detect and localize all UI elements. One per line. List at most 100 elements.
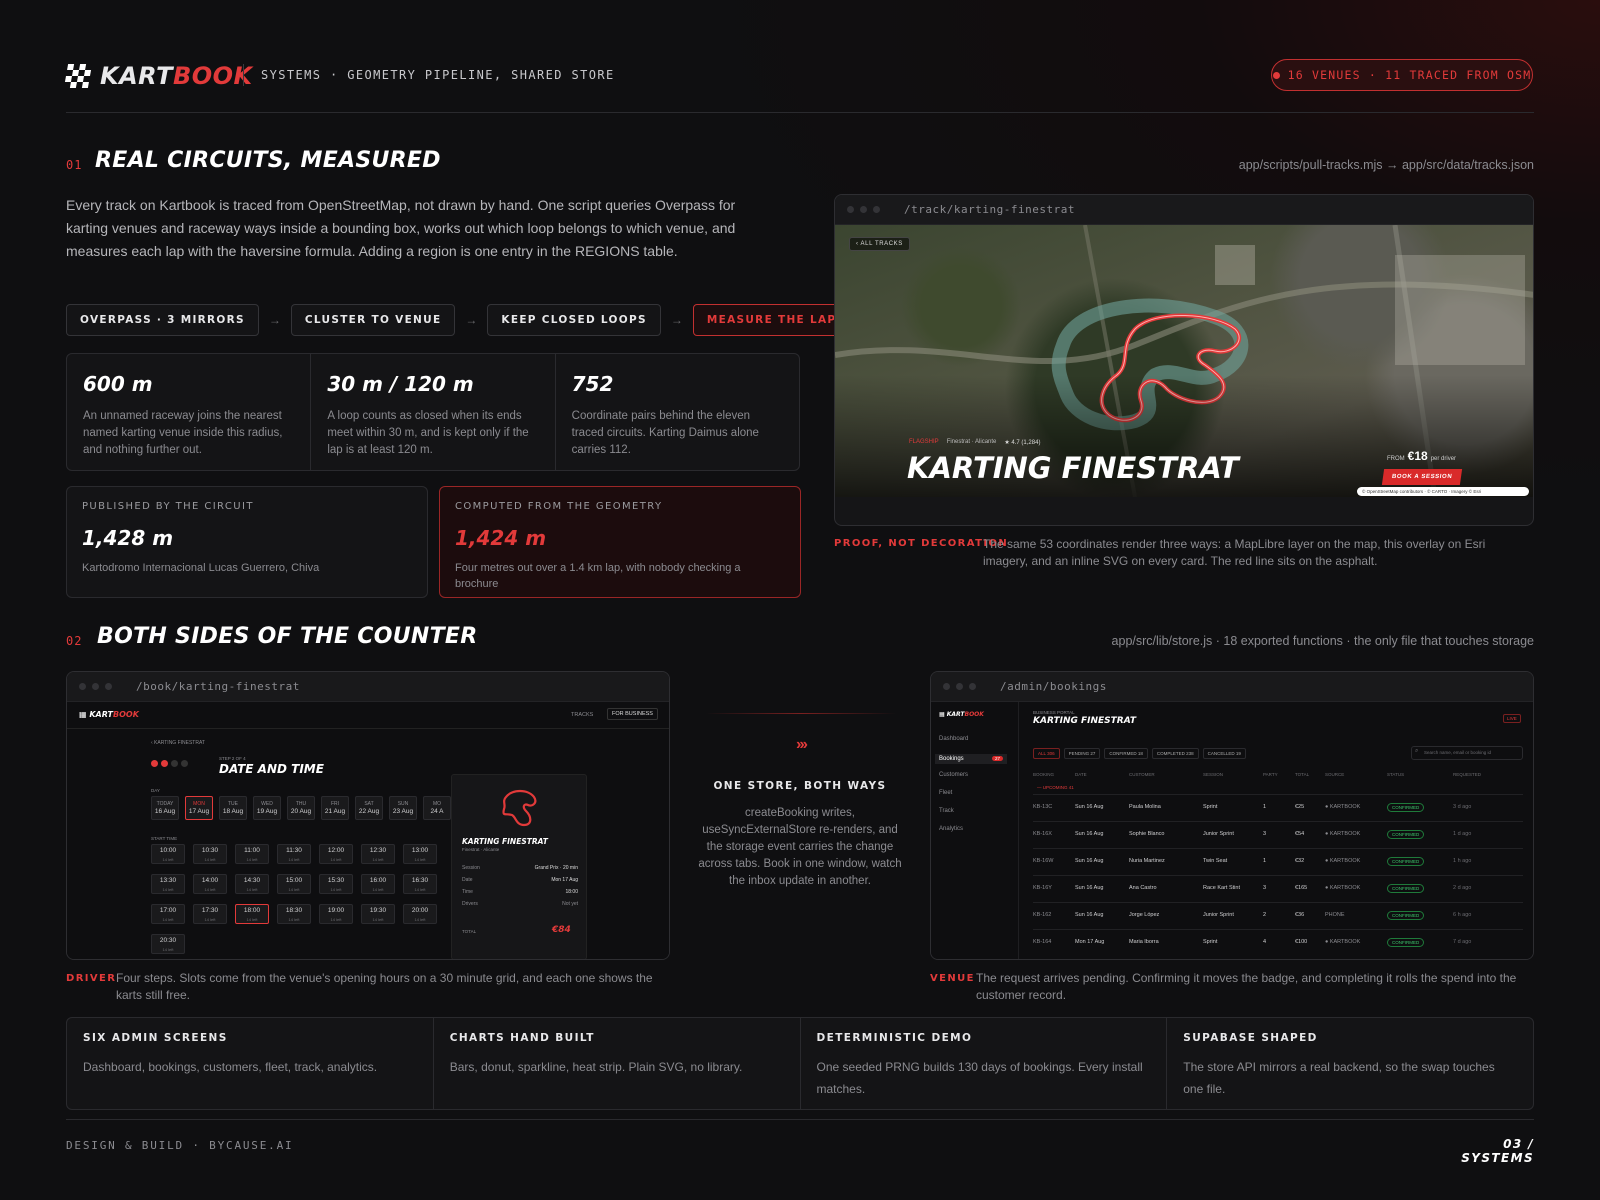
status-dot-icon (1272, 71, 1280, 79)
header-rule (66, 112, 1534, 113)
stat-desc: Coordinate pairs behind the eleven trace… (571, 410, 759, 456)
day-option[interactable]: WED 19 Aug (253, 796, 281, 820)
chip-closed-loops: KEEP CLOSED LOOPS (487, 304, 661, 336)
checkered-flag-icon (64, 64, 92, 88)
time-slot[interactable]: 18:00 14 left (235, 904, 269, 924)
table-cell: 4 (1263, 939, 1267, 945)
nav-tracks[interactable]: TRACKS (571, 712, 593, 718)
table-row[interactable]: KB-164 Mon 17 Aug Maria Iborra Sprint 4 €100 ●… (1033, 929, 1523, 956)
day-option[interactable]: SUN 23 Aug (389, 796, 417, 820)
time-slot[interactable]: 16:30 14 left (403, 874, 437, 894)
time-slot[interactable]: 14:30 14 left (235, 874, 269, 894)
arrow-right-icon: → (268, 313, 281, 327)
sidebar-item-track[interactable]: Track (939, 808, 954, 814)
summary-row: Date Mon 17 Aug (462, 877, 578, 883)
computed-length-card: COMPUTED FROM THE GEOMETRY 1,424 m Four … (439, 486, 801, 598)
table-cell: Sun 16 Aug (1075, 858, 1104, 864)
breadcrumb[interactable]: ‹ KARTING FINESTRAT (151, 740, 205, 746)
time-slot[interactable]: 20:30 14 left (151, 934, 185, 954)
table-cell: €54 (1295, 831, 1305, 837)
status-tab[interactable]: CONFIRMED 18 (1104, 748, 1148, 759)
status-tab[interactable]: CANCELLED 19 (1202, 748, 1246, 759)
status-tab[interactable]: COMPLETED 238 (1151, 748, 1199, 759)
day-option[interactable]: MON 17 Aug (185, 796, 213, 820)
time-slot[interactable]: 13:00 14 left (403, 844, 437, 864)
table-cell: €36 (1295, 912, 1305, 918)
stat-card: 752 Coordinate pairs behind the eleven t… (556, 354, 799, 470)
book-session-button[interactable]: BOOK A SESSION (1381, 469, 1463, 485)
summary-row: Time 18:00 (462, 889, 578, 895)
table-cell: €165 (1295, 885, 1308, 891)
table-cell: Maria Iborra (1129, 939, 1159, 945)
window-url: /book/karting-finestrat (136, 680, 300, 693)
time-slot[interactable]: 10:30 14 left (193, 844, 227, 864)
time-slot[interactable]: 19:00 14 left (319, 904, 353, 924)
table-cell: 3 (1263, 831, 1267, 837)
time-slot[interactable]: 15:30 14 left (319, 874, 353, 894)
time-slot[interactable]: 11:00 14 left (235, 844, 269, 864)
table-row[interactable]: KB-16Y Sun 16 Aug Ana Castro Race Kart Stin… (1033, 875, 1523, 902)
time-slot[interactable]: 16:00 14 left (361, 874, 395, 894)
status-tab[interactable]: ALL 306 (1033, 748, 1060, 759)
stat-card: 30 m / 120 m A loop counts as closed whe… (311, 354, 556, 470)
day-option[interactable]: THU 20 Aug (287, 796, 315, 820)
time-slot[interactable]: 17:00 14 left (151, 904, 185, 924)
back-button[interactable]: ‹ ALL TRACKS (849, 237, 910, 251)
nav-business[interactable]: FOR BUSINESS (607, 708, 658, 720)
time-slot[interactable]: 12:30 14 left (361, 844, 395, 864)
footer-page: 03 / SYSTEMS (1461, 1137, 1534, 1165)
sidebar-item-bookings[interactable]: Bookings 27 (935, 754, 1007, 764)
day-label: DAY (151, 788, 160, 793)
column-header: DATE (1075, 772, 1087, 777)
section-number: 02 (66, 634, 83, 648)
feature-card: DETERMINISTIC DEMO One seeded PRNG builds… (801, 1018, 1168, 1109)
bookings-table: BOOKING DATE CUSTOMER SESSION PARTY TOTAL SOUR… (1033, 770, 1523, 959)
table-cell: Sun 16 Aug (1075, 831, 1104, 837)
time-slot[interactable]: 19:30 14 left (361, 904, 395, 924)
day-option[interactable]: TUE 18 Aug (219, 796, 247, 820)
store-text: createBooking writes, useSyncExternalSto… (698, 807, 902, 887)
table-cell: Sun 16 Aug (1075, 912, 1104, 918)
section-title: REAL CIRCUITS, MEASURED (95, 148, 441, 173)
sidebar-item-dashboard[interactable]: Dashboard (939, 736, 968, 742)
table-row[interactable]: KB-162 Sun 16 Aug Jorge López Junior Sprint… (1033, 902, 1523, 929)
table-cell: CONFIRMED (1387, 857, 1425, 866)
day-option[interactable]: SAT 22 Aug (355, 796, 383, 820)
time-slot[interactable]: 14:00 14 left (193, 874, 227, 894)
table-row[interactable]: KB-16X Sun 16 Aug Sophie Blanco Junior Spri… (1033, 821, 1523, 848)
footer-rule (66, 1119, 1534, 1120)
day-option[interactable]: TODAY 16 Aug (151, 796, 179, 820)
time-slot[interactable]: 17:30 14 left (193, 904, 227, 924)
time-slot[interactable]: 12:00 14 left (319, 844, 353, 864)
table-cell: KB-162 (1033, 912, 1052, 918)
sidebar-item-analytics[interactable]: Analytics (939, 826, 963, 832)
card-value: 1,424 m (455, 526, 547, 550)
table-cell: Sun 16 Aug (1075, 804, 1104, 810)
time-slot[interactable]: 20:00 14 left (403, 904, 437, 924)
time-slot[interactable]: 10:00 14 left (151, 844, 185, 864)
feature-text: One seeded PRNG builds 130 days of booki… (816, 1060, 1143, 1096)
summary-card: KARTING FINESTRAT Finestrat · Alicante S… (451, 774, 587, 959)
time-slot[interactable]: 18:30 14 left (277, 904, 311, 924)
total-label: TOTAL (462, 929, 477, 934)
booking-browser-window: /book/karting-finestrat ▦ KARTBOOK TRACK… (66, 671, 670, 960)
window-dot-icon (873, 206, 880, 213)
time-slot[interactable]: 11:30 14 left (277, 844, 311, 864)
venues-status-pill: 16 VENUES · 11 TRACED FROM OSM (1271, 59, 1533, 91)
time-slot[interactable]: 13:30 14 left (151, 874, 185, 894)
table-cell: 7 d ago (1453, 939, 1472, 945)
time-slot[interactable]: 15:00 14 left (277, 874, 311, 894)
feature-title: SIX ADMIN SCREENS (83, 1032, 228, 1044)
status-tab[interactable]: PENDING 27 (1063, 748, 1101, 759)
day-option[interactable]: MO 24 A (423, 796, 451, 820)
published-length-card: PUBLISHED BY THE CIRCUIT 1,428 m Kartodr… (66, 486, 428, 598)
sidebar-item-fleet[interactable]: Fleet (939, 790, 952, 796)
flow-line (706, 713, 896, 714)
price-unit: per driver (1430, 456, 1457, 462)
brand-logo[interactable]: KARTBOOK (64, 62, 253, 90)
day-option[interactable]: FRI 21 Aug (321, 796, 349, 820)
table-row[interactable]: KB-16W Sun 16 Aug Nuria Martinez Twin Seat 1… (1033, 848, 1523, 875)
table-row[interactable]: KB-13C Sun 16 Aug Paula Molina Sprint 1 €25 ● … (1033, 794, 1523, 821)
search-input[interactable]: Search name, email or booking id (1411, 746, 1523, 760)
sidebar-item-customers[interactable]: Customers (939, 772, 968, 778)
